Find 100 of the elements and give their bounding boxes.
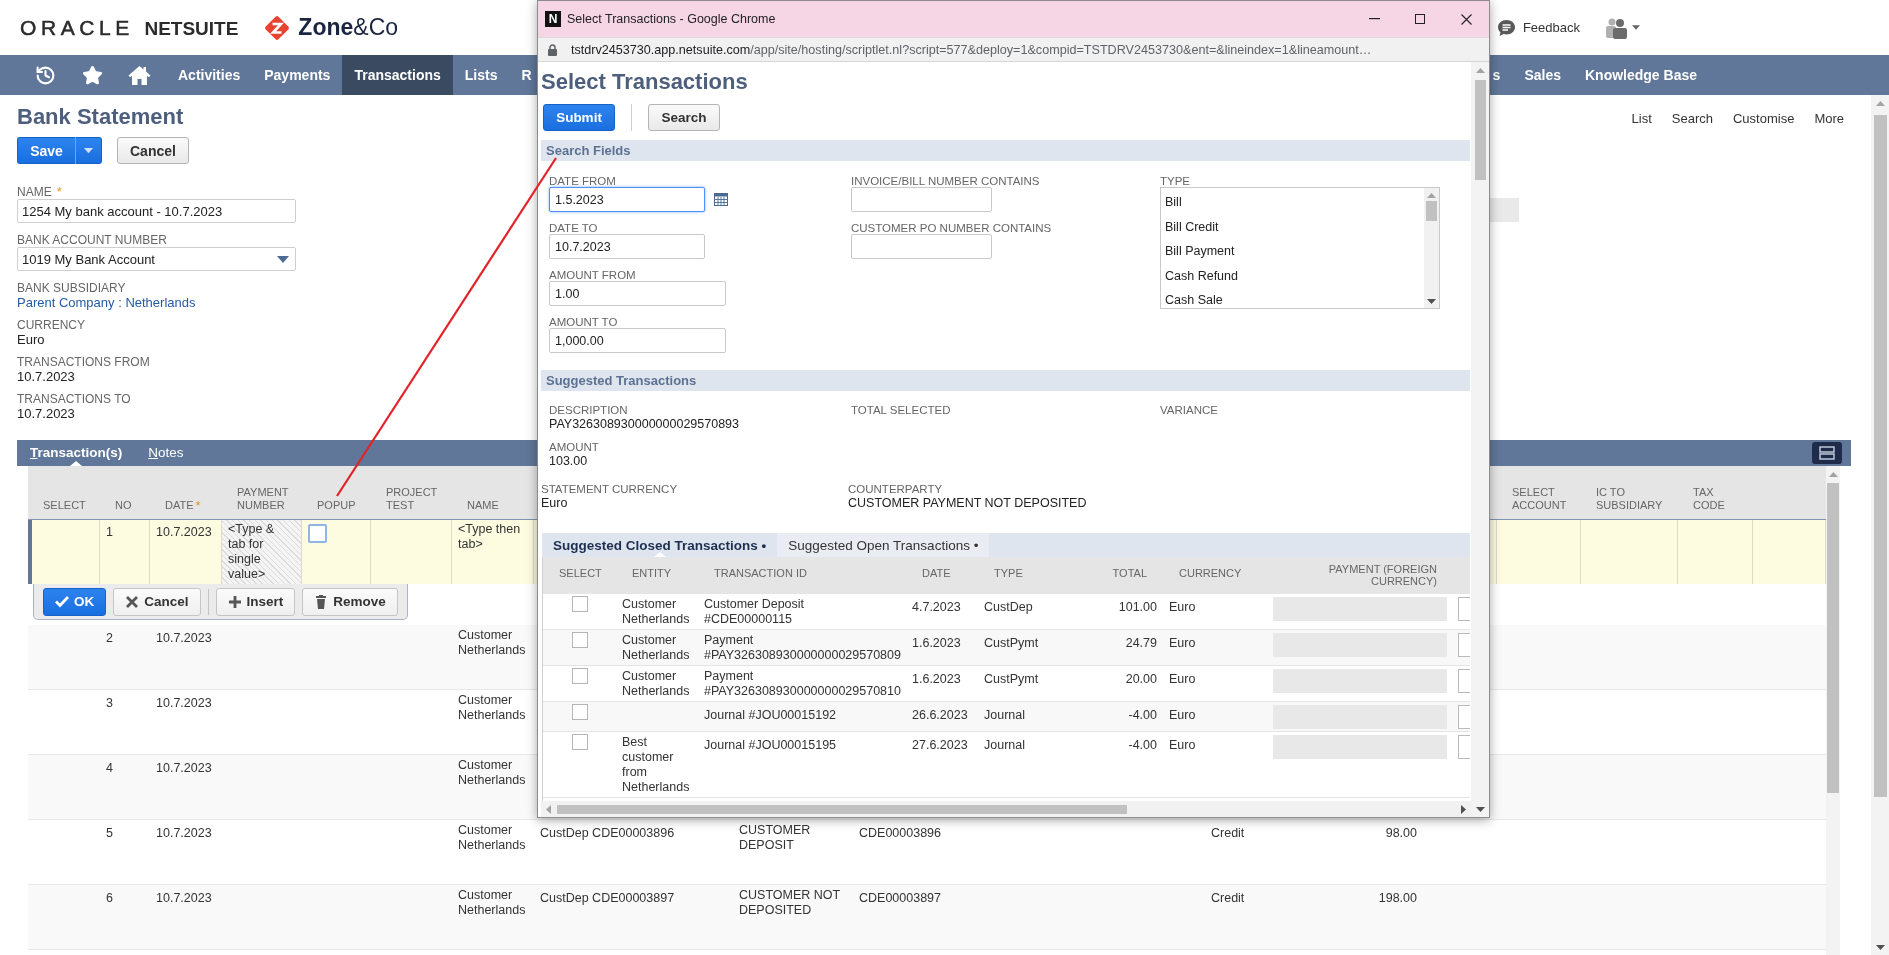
nav-item[interactable]: Transactions	[342, 55, 453, 95]
payment-number-field[interactable]: <Type & tab for single value>	[222, 520, 302, 584]
checkbox[interactable]	[571, 596, 588, 612]
nav-item[interactable]: Activities	[166, 55, 253, 95]
table-cell-text: Customer Netherlands	[458, 693, 527, 723]
down-arrow-icon[interactable]	[1427, 299, 1436, 304]
scrollbar[interactable]	[1424, 188, 1439, 308]
table-cell: Payment #PAY326308930000000029570809	[704, 633, 901, 663]
listbox-option[interactable]: Bill Payment	[1161, 239, 1424, 264]
table-cell: 1.6.2023	[912, 636, 961, 651]
action-link[interactable]: More	[1814, 111, 1844, 127]
scrollbar[interactable]	[1826, 466, 1840, 955]
history-icon[interactable]	[35, 64, 56, 86]
up-arrow-icon[interactable]	[1475, 68, 1485, 73]
calendar-icon[interactable]	[714, 193, 728, 206]
tab[interactable]: Transaction(s)	[30, 440, 123, 466]
column-header: NO	[115, 499, 132, 512]
close-icon	[125, 594, 140, 609]
amount-input[interactable]: 1,000.00	[549, 328, 726, 353]
listbox-option[interactable]: Cash Refund	[1161, 263, 1424, 288]
scrollbar-thumb[interactable]	[1873, 115, 1887, 797]
feedback-button[interactable]: Feedback	[1496, 18, 1580, 37]
text-input[interactable]: 1254 My bank account - 10.7.2023	[17, 199, 296, 223]
home-icon[interactable]	[128, 64, 151, 86]
star-icon[interactable]	[82, 64, 103, 86]
scrollbar[interactable]	[541, 801, 1471, 817]
tab[interactable]: Notes	[148, 440, 184, 466]
checkbox[interactable]	[571, 632, 588, 648]
insert-button[interactable]: Insert	[215, 587, 296, 616]
type-listbox[interactable]: Bill Bill Credit Bill Payment Cash Refund Cash Sale	[1160, 187, 1440, 309]
column-header: SELECT ACCOUNT	[1512, 486, 1568, 512]
cancel-button[interactable]: Cancel	[113, 587, 201, 616]
scrollbar-thumb[interactable]	[557, 804, 1127, 814]
checkbox[interactable]	[571, 734, 588, 750]
remove-button[interactable]: Remove	[302, 587, 398, 616]
scrollbar-thumb[interactable]	[1474, 80, 1486, 180]
field-link[interactable]: Parent Company : Netherlands	[17, 295, 196, 311]
field-label: TOTAL SELECTED	[851, 404, 951, 417]
text-input[interactable]	[851, 234, 992, 259]
table-cell: 5	[106, 826, 113, 841]
checkbox[interactable]	[571, 704, 588, 720]
column-header: POPUP	[317, 499, 356, 512]
submit-button[interactable]: Submit	[543, 104, 615, 131]
nav-item[interactable]: Lists	[452, 55, 510, 95]
checkbox[interactable]	[571, 668, 588, 684]
scrollbar[interactable]	[1871, 95, 1889, 955]
down-arrow-icon[interactable]	[1475, 807, 1485, 812]
action-link[interactable]: Search	[1671, 111, 1713, 127]
field-value: CUSTOMER PAYMENT NOT DEPOSITED	[848, 496, 1087, 511]
select-field[interactable]: 1019 My Bank Account	[17, 247, 296, 271]
text-input[interactable]	[1458, 705, 1470, 729]
nav-item[interactable]: Sales	[1512, 55, 1573, 95]
checkbox[interactable]	[308, 524, 327, 543]
text-input[interactable]	[1458, 735, 1470, 759]
listbox-option[interactable]: Bill Credit	[1161, 214, 1424, 239]
text-input[interactable]	[1458, 633, 1470, 657]
subtab[interactable]: Suggested Open Transactions •	[777, 533, 990, 557]
maximize-icon[interactable]	[1415, 14, 1425, 24]
cancel-button[interactable]: Cancel	[117, 137, 189, 164]
table-cell: Payment #PAY326308930000000029570810	[704, 669, 901, 699]
up-arrow-icon[interactable]	[1828, 472, 1838, 477]
action-link[interactable]: List	[1631, 111, 1652, 127]
left-arrow-icon[interactable]	[546, 804, 551, 814]
right-arrow-icon[interactable]	[1461, 804, 1466, 814]
table-cell: 10.7.2023	[156, 525, 212, 540]
date-input[interactable]: 1.5.2023	[549, 187, 705, 212]
close-icon[interactable]	[1460, 13, 1472, 25]
date-input[interactable]: 10.7.2023	[549, 234, 705, 259]
save-button[interactable]: Save	[17, 137, 75, 164]
up-arrow-icon[interactable]	[1875, 101, 1885, 106]
partner-logo: Zone&Co	[298, 14, 399, 41]
table-cell: 1	[106, 525, 113, 540]
select-value: 1019 My Bank Account	[22, 251, 155, 267]
table-cell: 4.7.2023	[912, 600, 961, 615]
field-value: PAY326308930000000029570893	[549, 417, 739, 432]
text-input[interactable]	[1458, 597, 1470, 621]
up-arrow-icon[interactable]	[1427, 193, 1436, 198]
ok-button[interactable]: OK	[43, 587, 107, 616]
nav-item[interactable]: Knowledge Base	[1572, 55, 1709, 95]
scrollbar-thumb[interactable]	[1426, 201, 1437, 221]
stacked-rows-icon[interactable]	[1812, 442, 1842, 464]
table-cell-text: CUSTOMER NOT DEPOSITED	[739, 888, 841, 918]
amount-input[interactable]: 1.00	[549, 281, 726, 306]
people-icon[interactable]	[1605, 16, 1629, 39]
column-header: DATE	[922, 567, 951, 579]
down-arrow-icon[interactable]	[1875, 945, 1885, 950]
save-menu-button[interactable]	[75, 137, 102, 164]
listbox-option[interactable]: Bill	[1161, 190, 1424, 215]
scrollbar-thumb[interactable]	[1827, 483, 1839, 793]
search-button[interactable]: Search	[648, 104, 720, 131]
text-input[interactable]	[851, 187, 992, 212]
scrollbar[interactable]	[1471, 62, 1489, 817]
nav-item[interactable]: Payments	[252, 55, 343, 95]
action-link[interactable]: Customise	[1732, 111, 1795, 127]
table-cell-text: Customer Netherlands	[458, 628, 527, 658]
table-cell: 26.6.2023	[912, 708, 968, 723]
subtab[interactable]: Suggested Closed Transactions •	[542, 533, 778, 557]
field-label: STATEMENT CURRENCY	[541, 483, 678, 496]
minimize-icon[interactable]	[1368, 18, 1380, 20]
text-input[interactable]	[1458, 669, 1470, 693]
